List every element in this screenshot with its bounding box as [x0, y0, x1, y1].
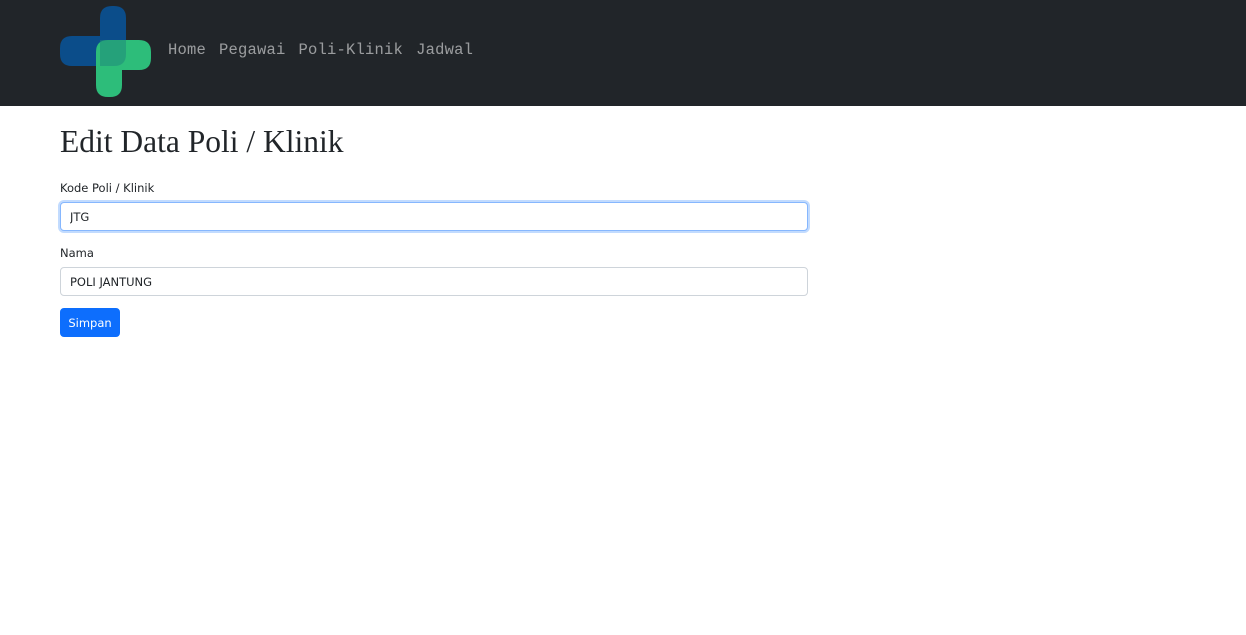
nav-link-pegawai[interactable]: Pegawai [219, 40, 286, 60]
nama-field-label: Nama [60, 246, 94, 260]
kode-input[interactable] [60, 202, 808, 231]
page-title: Edit Data Poli / Klinik [60, 124, 344, 159]
nav-link-poli-klinik[interactable]: Poli-Klinik [299, 40, 404, 60]
main-nav: Home Pegawai Poli-Klinik Jadwal [168, 40, 473, 60]
kode-field-label: Kode Poli / Klinik [60, 181, 155, 195]
simpan-button[interactable]: Simpan [60, 308, 120, 337]
nav-link-jadwal[interactable]: Jadwal [416, 40, 473, 60]
nama-input[interactable] [60, 267, 808, 296]
navbar: Home Pegawai Poli-Klinik Jadwal [0, 0, 1246, 106]
nav-link-home[interactable]: Home [168, 40, 206, 60]
medical-cross-logo-icon[interactable] [60, 6, 151, 97]
